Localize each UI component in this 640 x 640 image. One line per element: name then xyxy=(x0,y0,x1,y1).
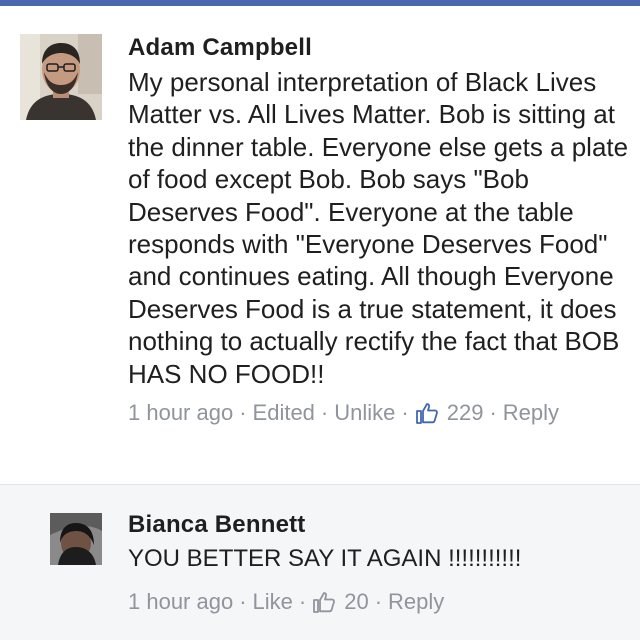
separator-dot: · xyxy=(489,400,497,426)
comment-text: My personal interpretation of Black Live… xyxy=(128,67,629,389)
comment-body: Bianca Bennett YOU BETTER SAY IT AGAIN !… xyxy=(128,509,632,615)
avatar-photo xyxy=(50,513,102,565)
comment: Bianca Bennett YOU BETTER SAY IT AGAIN !… xyxy=(0,484,640,640)
edited-label[interactable]: Edited xyxy=(253,400,315,426)
comment-actions: 1 hour ago · Edited · Unlike · 229 · Rep… xyxy=(128,400,632,426)
avatar[interactable] xyxy=(20,34,102,120)
like-button[interactable]: Like xyxy=(253,589,293,615)
separator-dot: · xyxy=(320,400,329,426)
separator-dot: · xyxy=(239,589,247,614)
reply-button[interactable]: Reply xyxy=(388,589,444,615)
avatar-photo xyxy=(20,34,102,120)
avatar[interactable] xyxy=(50,513,102,565)
comment: Adam Campbell My personal interpretation… xyxy=(0,6,640,484)
comment-author[interactable]: Adam Campbell xyxy=(128,32,632,64)
comment-body: Adam Campbell My personal interpretation… xyxy=(128,32,632,426)
thumbs-up-icon[interactable] xyxy=(312,590,336,614)
comment-timestamp[interactable]: 1 hour ago xyxy=(128,589,233,615)
separator-dot: · xyxy=(401,400,409,426)
separator-dot: · xyxy=(239,400,247,426)
comment-text: YOU BETTER SAY IT AGAIN !!!!!!!!!!! xyxy=(128,545,522,572)
thumbs-up-icon[interactable] xyxy=(415,401,439,425)
comment-timestamp[interactable]: 1 hour ago xyxy=(128,400,233,426)
comment-author[interactable]: Bianca Bennett xyxy=(128,509,632,541)
reply-button[interactable]: Reply xyxy=(503,400,559,426)
comment-actions: 1 hour ago · Like · 20 · Reply xyxy=(128,589,632,615)
unlike-button[interactable]: Unlike xyxy=(334,400,395,426)
like-count[interactable]: 20 xyxy=(344,589,368,615)
separator-dot: · xyxy=(374,589,383,614)
like-count[interactable]: 229 xyxy=(447,400,484,426)
separator-dot: · xyxy=(298,589,307,614)
